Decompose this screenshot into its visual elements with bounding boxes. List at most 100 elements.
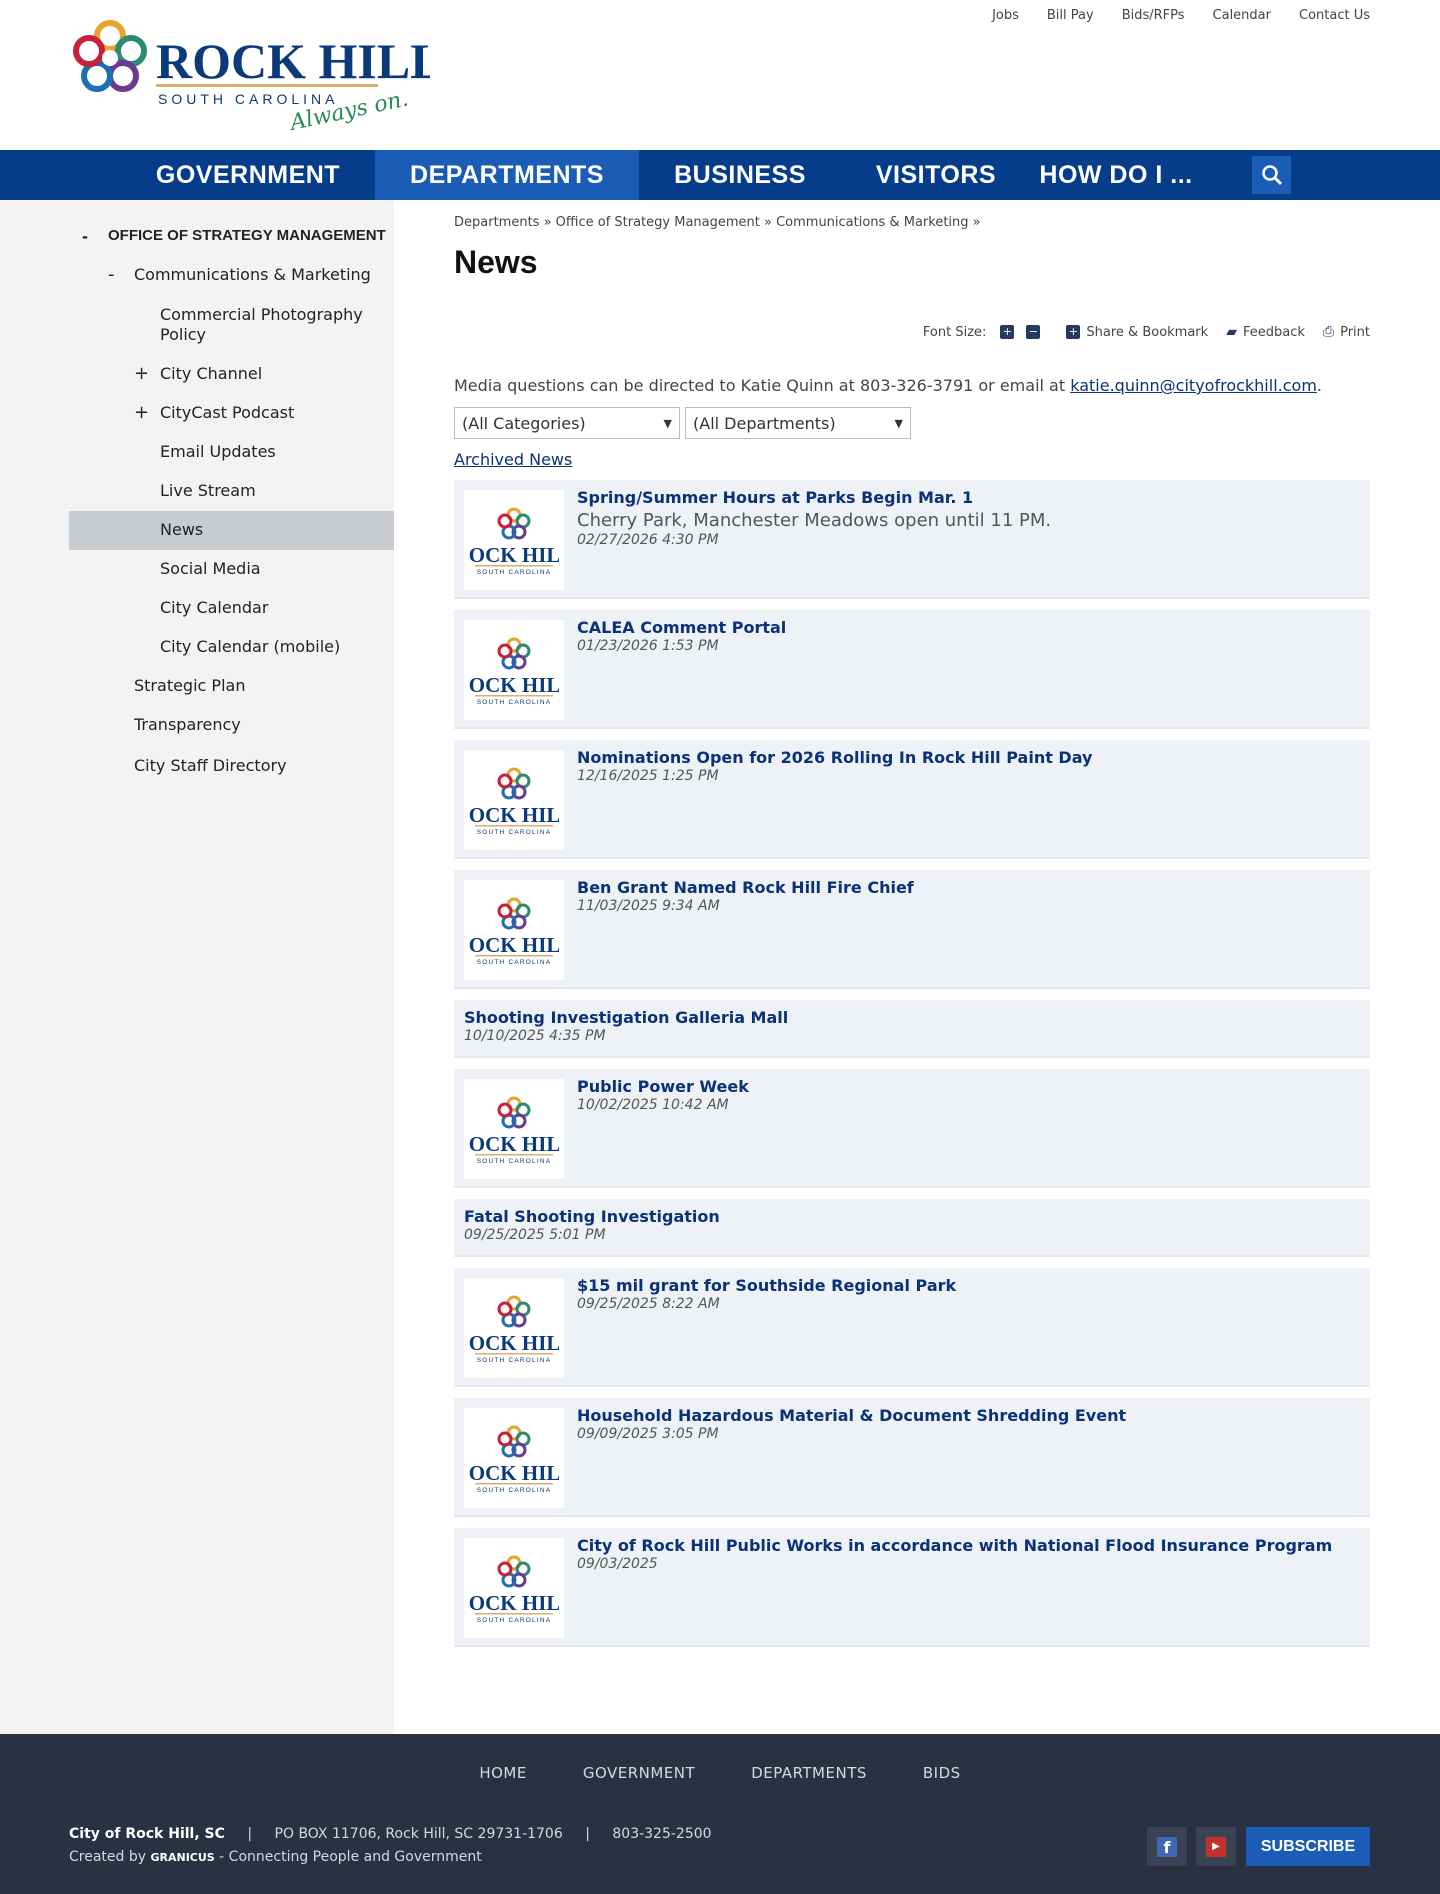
site-logo[interactable]: ROCK HILL SOUTH CAROLINA Always on.	[70, 14, 444, 140]
nav-visitors[interactable]: VISITORS	[856, 150, 1016, 200]
nav-government[interactable]: GOVERNMENT	[130, 150, 366, 200]
utility-links: Jobs Bill Pay Bids/RFPs Calendar Contact…	[992, 8, 1370, 23]
sidebar-item-citycast[interactable]: + CityCast Podcast	[134, 403, 294, 423]
youtube-button[interactable]: ▶	[1196, 1827, 1236, 1866]
facebook-button[interactable]: f	[1147, 1827, 1187, 1866]
collapse-icon[interactable]: -	[108, 265, 115, 285]
sidebar-section-label: OFFICE OF STRATEGY MANAGEMENT	[108, 227, 386, 244]
top-link-bids[interactable]: Bids/RFPs	[1122, 8, 1185, 23]
news-thumbnail[interactable]: ROCK HILL SOUTH CAROLINA	[464, 620, 564, 720]
news-title-link[interactable]: Ben Grant Named Rock Hill Fire Chief	[577, 878, 914, 897]
sidebar-item-communications[interactable]: - Communications & Marketing	[108, 265, 371, 285]
sidebar-item-live-stream[interactable]: Live Stream	[160, 481, 256, 501]
news-item: ROCK HILL SOUTH CAROLINA Spring/Summer Hou…	[454, 480, 1370, 599]
site-header: Jobs Bill Pay Bids/RFPs Calendar Contact…	[0, 0, 1440, 150]
sidebar-item-email-updates[interactable]: Email Updates	[160, 442, 276, 462]
font-increase-icon[interactable]: +	[1000, 325, 1015, 339]
news-date: 09/09/2025 3:05 PM	[577, 1426, 719, 1442]
font-decrease-icon[interactable]: −	[1026, 325, 1041, 339]
print-icon[interactable]: ⎙	[1323, 324, 1334, 340]
footer-nav: HOME GOVERNMENT DEPARTMENTS BIDS	[0, 1764, 1440, 1782]
news-title-link[interactable]: Spring/Summer Hours at Parks Begin Mar. …	[577, 488, 973, 507]
rock-hill-logo-icon: ROCK HILL SOUTH CAROLINA	[469, 1425, 559, 1494]
footer-link-government[interactable]: GOVERNMENT	[583, 1764, 695, 1782]
print-link[interactable]: Print	[1340, 325, 1370, 340]
feedback-icon[interactable]: ▰	[1226, 324, 1237, 340]
sidebar-item-news[interactable]: News	[160, 520, 203, 540]
svg-text:SOUTH CAROLINA: SOUTH CAROLINA	[477, 699, 552, 706]
footer-phone: 803-325-2500	[612, 1826, 712, 1842]
sidebar-item-transparency[interactable]: Transparency	[134, 715, 241, 735]
svg-text:ROCK HILL: ROCK HILL	[156, 33, 430, 89]
news-thumbnail[interactable]: ROCK HILL SOUTH CAROLINA	[464, 1079, 564, 1179]
share-bookmark-link[interactable]: Share & Bookmark	[1086, 325, 1208, 340]
category-value: (All Categories)	[462, 413, 586, 433]
footer-org: City of Rock Hill, SC	[69, 1826, 225, 1842]
top-link-calendar[interactable]: Calendar	[1213, 8, 1271, 23]
news-date: 10/02/2025 10:42 AM	[577, 1097, 729, 1113]
news-thumbnail[interactable]: ROCK HILL SOUTH CAROLINA	[464, 1538, 564, 1638]
svg-text:SOUTH CAROLINA: SOUTH CAROLINA	[477, 1158, 552, 1165]
email-link[interactable]: katie.quinn@cityofrockhill.com	[1070, 376, 1317, 395]
news-item: ROCK HILL SOUTH CAROLINA Household Hazardo…	[454, 1398, 1370, 1517]
nav-how-do-i[interactable]: HOW DO I ...	[1030, 150, 1202, 200]
granicus-link[interactable]: GRANICUS	[150, 1851, 214, 1864]
news-thumbnail[interactable]: ROCK HILL SOUTH CAROLINA	[464, 1278, 564, 1378]
media-text: Media questions can be directed to Katie…	[454, 376, 1071, 395]
sidebar-item-city-channel[interactable]: + City Channel	[134, 364, 262, 384]
svg-text:SOUTH CAROLINA: SOUTH CAROLINA	[477, 1357, 552, 1364]
department-value: (All Departments)	[693, 413, 836, 433]
rock-hill-logo-icon: ROCK HILL SOUTH CAROLINA	[469, 1096, 559, 1165]
expand-icon[interactable]: +	[134, 403, 149, 423]
news-date: 09/25/2025 8:22 AM	[577, 1296, 720, 1312]
sidebar-item-label: Communications & Marketing	[134, 265, 371, 284]
nav-business[interactable]: BUSINESS	[650, 150, 830, 200]
department-select[interactable]: (All Departments) ▼	[685, 407, 911, 439]
sidebar-item-social-media[interactable]: Social Media	[160, 559, 261, 579]
footer-link-departments[interactable]: DEPARTMENTS	[751, 1764, 867, 1782]
expand-icon[interactable]: +	[134, 364, 149, 384]
top-link-bill-pay[interactable]: Bill Pay	[1047, 8, 1094, 23]
subscribe-button[interactable]: SUBSCRIBE	[1246, 1827, 1370, 1866]
separator: |	[247, 1826, 253, 1842]
news-title-link[interactable]: City of Rock Hill Public Works in accord…	[577, 1536, 1332, 1555]
news-thumbnail[interactable]: ROCK HILL SOUTH CAROLINA	[464, 1408, 564, 1508]
news-title-link[interactable]: Household Hazardous Material & Document …	[577, 1406, 1126, 1425]
page-title: News	[454, 244, 538, 280]
svg-text:ROCK HILL: ROCK HILL	[469, 1461, 559, 1485]
sidebar-item-staff-directory[interactable]: City Staff Directory	[134, 756, 287, 776]
category-select[interactable]: (All Categories) ▼	[454, 407, 680, 439]
news-thumbnail[interactable]: ROCK HILL SOUTH CAROLINA	[464, 750, 564, 850]
news-title-link[interactable]: Public Power Week	[577, 1077, 749, 1096]
top-link-jobs[interactable]: Jobs	[992, 8, 1019, 23]
search-icon	[1261, 165, 1282, 186]
share-icon[interactable]: +	[1066, 325, 1081, 339]
news-title-link[interactable]: $15 mil grant for Southside Regional Par…	[577, 1276, 956, 1295]
sidebar-item-photography-policy[interactable]: Commercial Photography Policy	[160, 305, 380, 345]
sidebar-item-strategic-plan[interactable]: Strategic Plan	[134, 676, 245, 696]
news-title-link[interactable]: Fatal Shooting Investigation	[464, 1207, 720, 1226]
rock-hill-logo-icon: ROCK HILL SOUTH CAROLINA	[469, 1295, 559, 1364]
feedback-link[interactable]: Feedback	[1243, 325, 1305, 340]
credit-tagline: - Connecting People and Government	[214, 1849, 482, 1865]
news-thumbnail[interactable]: ROCK HILL SOUTH CAROLINA	[464, 490, 564, 590]
rock-hill-logo-icon: ROCK HILL SOUTH CAROLINA	[469, 767, 559, 836]
news-thumbnail[interactable]: ROCK HILL SOUTH CAROLINA	[464, 880, 564, 980]
svg-text:ROCK HILL: ROCK HILL	[469, 543, 559, 567]
news-title-link[interactable]: Nominations Open for 2026 Rolling In Roc…	[577, 748, 1092, 767]
sidebar-item-city-calendar-mobile[interactable]: City Calendar (mobile)	[160, 637, 340, 657]
archived-news-link[interactable]: Archived News	[454, 450, 572, 469]
breadcrumb[interactable]: Departments » Office of Strategy Managem…	[454, 215, 981, 230]
nav-departments[interactable]: DEPARTMENTS	[375, 150, 639, 200]
footer-link-bids[interactable]: BIDS	[923, 1764, 961, 1782]
footer-link-home[interactable]: HOME	[479, 1764, 527, 1782]
news-item: ROCK HILL SOUTH CAROLINA Public Power Week…	[454, 1069, 1370, 1188]
top-link-contact[interactable]: Contact Us	[1299, 8, 1370, 23]
footer-credit: Created by GRANICUS - Connecting People …	[69, 1849, 482, 1865]
news-title-link[interactable]: Shooting Investigation Galleria Mall	[464, 1008, 788, 1027]
collapse-icon[interactable]: -	[82, 226, 88, 246]
sidebar-item-city-calendar[interactable]: City Calendar	[160, 598, 268, 618]
search-button[interactable]	[1252, 156, 1291, 194]
sidebar-section[interactable]: - OFFICE OF STRATEGY MANAGEMENT	[82, 226, 386, 246]
news-title-link[interactable]: CALEA Comment Portal	[577, 618, 786, 637]
